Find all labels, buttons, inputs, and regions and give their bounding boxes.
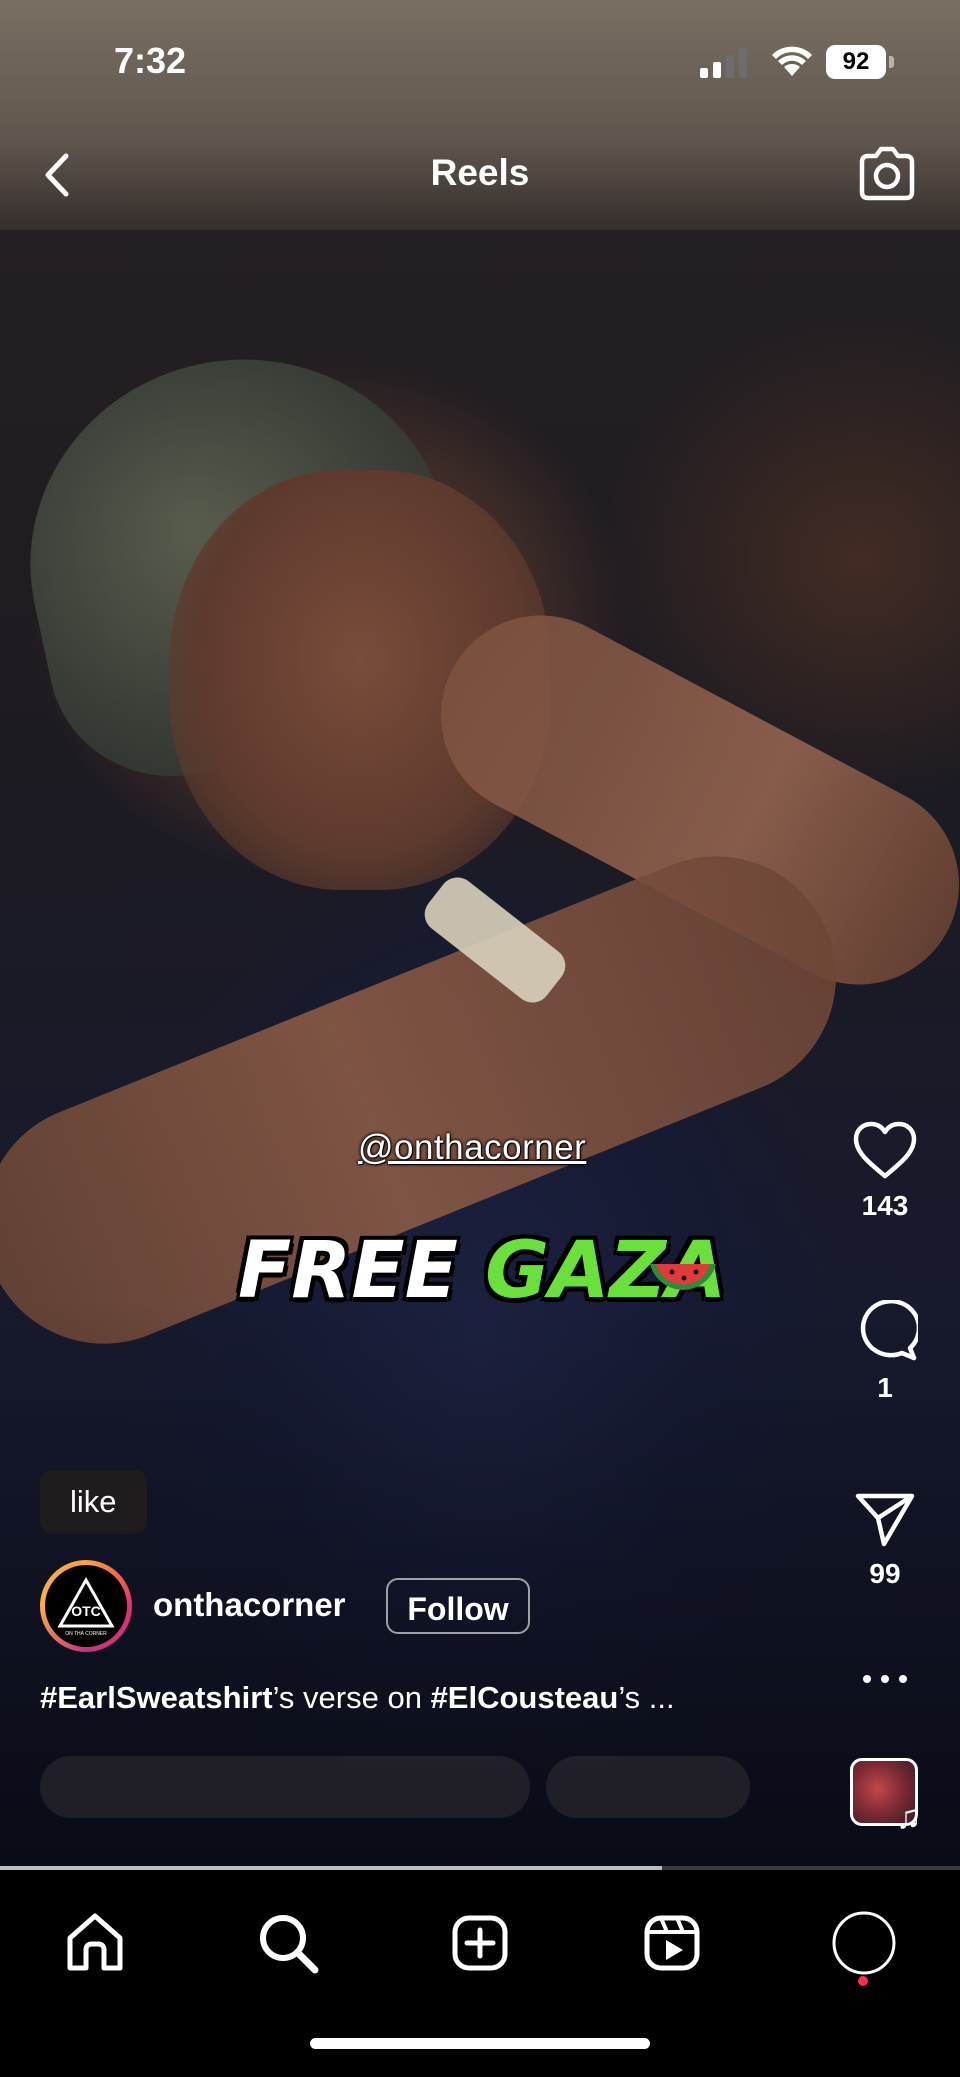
battery-tip — [889, 56, 894, 68]
reels-icon[interactable] — [637, 1908, 707, 1978]
comment-icon[interactable] — [852, 1300, 918, 1362]
home-indicator — [310, 2038, 650, 2049]
music-note-icon: ♫ — [896, 1798, 922, 1836]
suggestion-pill[interactable] — [40, 1756, 530, 1818]
overlay-word-free: FREE — [238, 1226, 458, 1316]
status-bar: 7:32 92 — [0, 0, 960, 120]
page-title: Reels — [430, 152, 530, 193]
video-overlay-handle: @onthacorner — [358, 1128, 587, 1167]
more-action[interactable] — [840, 1672, 930, 1686]
avatar-inner: OTC ON THA CORNER — [45, 1565, 127, 1647]
like-chip[interactable]: like — [40, 1470, 147, 1534]
notification-dot — [858, 1976, 868, 1986]
bottom-nav — [0, 1870, 960, 2077]
battery-level: 92 — [826, 45, 886, 79]
post-author-row: OTC ON THA CORNER onthacorner Follow — [40, 1560, 840, 1656]
author-username[interactable]: onthacorner — [153, 1586, 346, 1624]
camera-icon[interactable] — [856, 144, 918, 204]
heart-icon[interactable] — [852, 1120, 918, 1180]
cellular-signal-icon — [700, 48, 747, 78]
share-count: 99 — [869, 1558, 901, 1589]
otc-logo-icon: OTC ON THA CORNER — [57, 1576, 115, 1637]
svg-text:ON THA CORNER: ON THA CORNER — [65, 1631, 107, 1637]
wifi-icon — [772, 46, 812, 76]
comment-action[interactable]: 1 — [840, 1300, 930, 1404]
search-icon[interactable] — [253, 1908, 323, 1978]
suggestion-pill[interactable] — [546, 1756, 750, 1818]
caption-text: ’s verse on — [272, 1680, 431, 1715]
like-count: 143 — [861, 1190, 909, 1221]
svg-text:OTC: OTC — [71, 1603, 101, 1619]
battery-icon: 92 — [826, 45, 896, 79]
watermelon-icon — [650, 1264, 716, 1290]
more-options-icon[interactable] — [860, 1672, 910, 1686]
caption-hashtag[interactable]: #EarlSweatshirt — [40, 1680, 273, 1715]
share-action[interactable]: 99 — [840, 1490, 930, 1590]
profile-icon[interactable] — [829, 1908, 899, 1978]
home-icon[interactable] — [60, 1908, 130, 1978]
caption-hashtag[interactable]: #ElCousteau — [431, 1680, 619, 1715]
send-icon[interactable] — [854, 1490, 916, 1548]
post-caption[interactable]: #EarlSweatshirt’s verse on #ElCousteau’s… — [40, 1680, 675, 1716]
comment-count: 1 — [877, 1372, 893, 1403]
create-icon[interactable] — [445, 1908, 515, 1978]
caption-text: ’s ... — [618, 1680, 675, 1715]
avatar[interactable]: OTC ON THA CORNER — [40, 1560, 132, 1652]
like-action[interactable]: 143 — [840, 1120, 930, 1222]
status-time: 7:32 — [114, 40, 187, 81]
reels-header: Reels — [0, 140, 960, 210]
follow-button[interactable]: Follow — [386, 1578, 530, 1634]
